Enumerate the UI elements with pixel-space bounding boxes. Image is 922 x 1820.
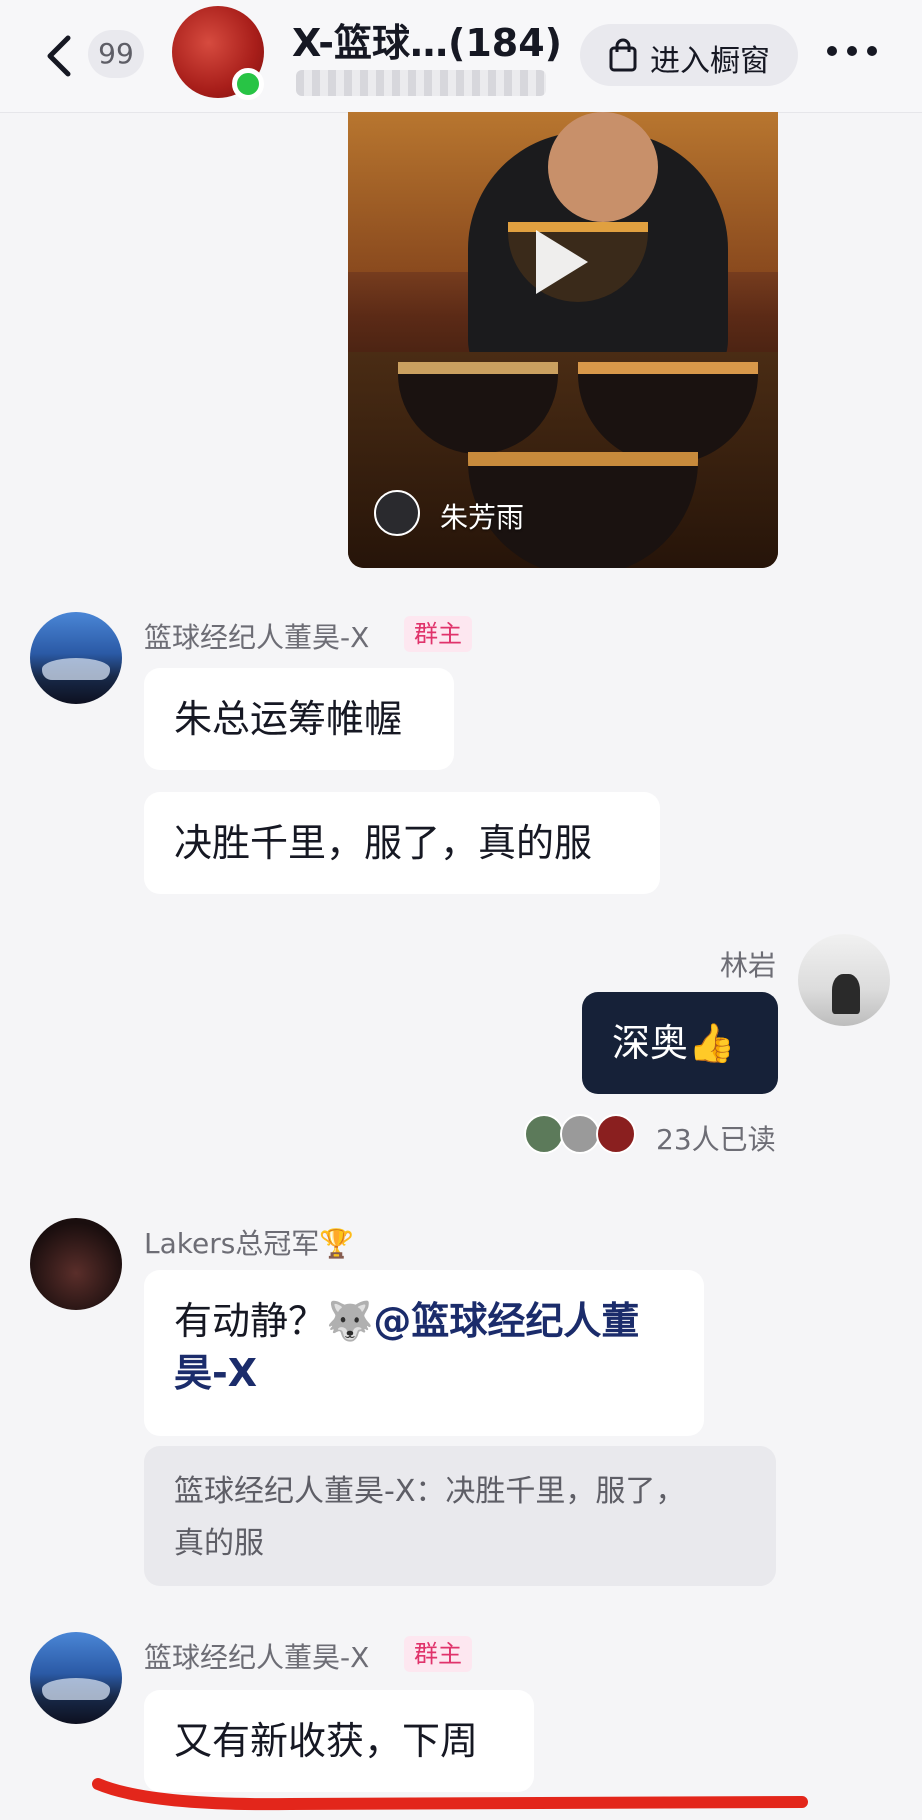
sender-name-text: Lakers总冠军: [144, 1227, 320, 1260]
unread-badge[interactable]: 99: [88, 30, 144, 78]
message-bubble[interactable]: 有动静？🐺@篮球经纪人董 昊-X: [144, 1270, 704, 1436]
quoted-reply[interactable]: 篮球经纪人董昊-X：决胜千里，服了， 真的服: [144, 1446, 776, 1586]
message-text: 有动静？: [174, 1299, 327, 1343]
read-receipt[interactable]: 23人已读: [656, 1118, 776, 1158]
sender-name: 篮球经纪人董昊-X: [144, 1641, 370, 1674]
message-bubble[interactable]: 决胜千里，服了，真的服: [144, 792, 660, 894]
quote-line: 真的服: [174, 1526, 264, 1561]
group-owner-tag: 群主: [404, 1636, 472, 1672]
wolf-emoji-icon: 🐺: [326, 1299, 374, 1343]
play-icon[interactable]: [536, 230, 588, 294]
video-face: [548, 112, 658, 222]
message-line-1: 有动静？🐺@篮球经纪人董: [174, 1295, 674, 1347]
message-text: 深奥: [612, 1021, 689, 1065]
group-owner-tag: 群主: [404, 616, 472, 652]
group-subtitle-blurred: [296, 70, 546, 96]
mention-link[interactable]: 昊-X: [174, 1351, 257, 1395]
reader-avatar: [524, 1114, 564, 1154]
showcase-label: 进入橱窗: [650, 44, 770, 79]
chat-header: 99 X-篮球…(184) 进入橱窗: [0, 0, 922, 113]
reader-avatar: [560, 1114, 600, 1154]
avatar[interactable]: [30, 612, 122, 704]
group-title[interactable]: X-篮球…(184): [292, 12, 562, 67]
message-line-2: 昊-X: [174, 1347, 674, 1399]
shared-video-card[interactable]: 朱芳雨: [348, 112, 778, 568]
mention-link[interactable]: @篮球经纪人董: [373, 1299, 639, 1343]
more-options-icon[interactable]: [822, 36, 882, 66]
sender-name: Lakers总冠军🏆: [144, 1222, 354, 1262]
message-bubble-self[interactable]: 深奥👍: [582, 992, 778, 1094]
video-author-name: 朱芳雨: [440, 501, 525, 534]
shopping-bag-icon: [609, 38, 637, 72]
video-author-avatar: [374, 490, 420, 536]
sender-name: 林岩: [720, 949, 777, 982]
trophy-icon: 🏆: [319, 1227, 355, 1260]
back-arrow-icon[interactable]: [40, 28, 80, 84]
avatar[interactable]: [30, 1218, 122, 1310]
sender-name: 篮球经纪人董昊-X: [144, 621, 370, 654]
avatar[interactable]: [798, 934, 890, 1026]
avatar[interactable]: [30, 1632, 122, 1724]
thumbs-up-icon: 👍: [688, 1021, 736, 1065]
enter-showcase-button[interactable]: 进入橱窗: [580, 24, 798, 86]
message-bubble[interactable]: 朱总运筹帷幄: [144, 668, 454, 770]
reader-avatar: [596, 1114, 636, 1154]
online-status-dot: [232, 68, 264, 100]
red-underline-annotation: [92, 1778, 808, 1811]
quote-line: 篮球经纪人董昊-X：决胜千里，服了，: [174, 1474, 686, 1509]
